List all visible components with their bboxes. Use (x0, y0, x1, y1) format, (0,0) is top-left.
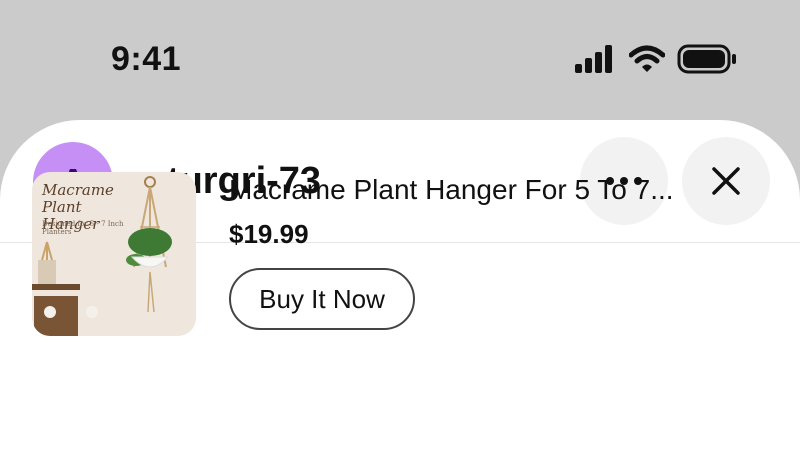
buy-it-now-button[interactable]: Buy It Now (229, 268, 415, 330)
status-time: 9:41 (111, 40, 182, 78)
product-image[interactable]: Macrame Plant Hanger Designed for 5 - 7 … (32, 172, 196, 336)
plant-hanger-illustration (32, 176, 172, 336)
status-icons (575, 44, 737, 74)
signal-icon (575, 45, 612, 73)
close-button[interactable] (682, 137, 770, 225)
status-bar: 9:41 (0, 0, 800, 120)
buy-it-now-label: Buy It Now (259, 283, 385, 314)
product-title[interactable]: Macrame Plant Hanger For 5 To 7... (229, 174, 674, 206)
wifi-icon (629, 45, 665, 72)
close-icon (712, 167, 740, 195)
product-price: $19.99 (229, 219, 309, 249)
battery-icon (677, 44, 736, 74)
